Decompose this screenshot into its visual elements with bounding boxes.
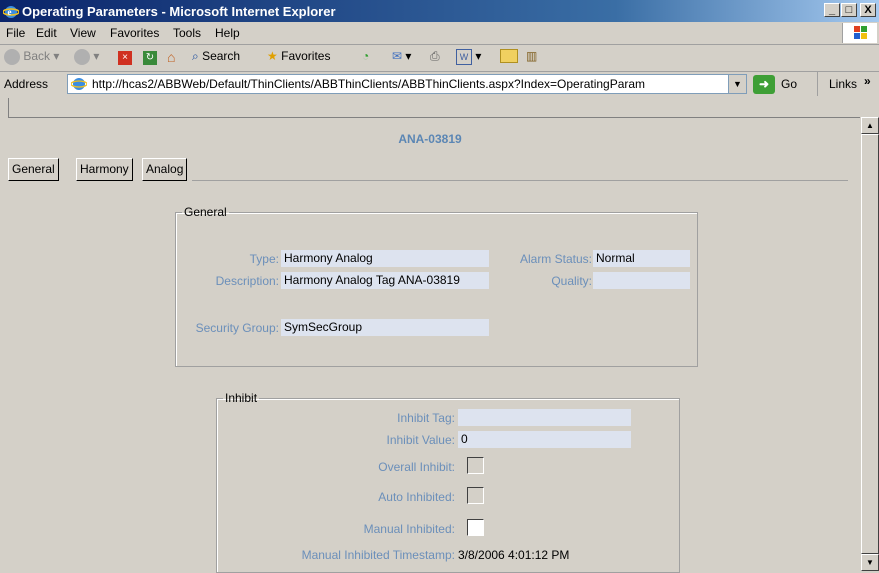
close-button[interactable]: X — [860, 3, 876, 17]
page-icon — [70, 76, 88, 92]
home-button[interactable]: ⌂ — [167, 49, 175, 65]
windows-logo-icon — [842, 23, 877, 43]
menu-bar: File Edit View Favorites Tools Help — [0, 22, 879, 45]
quality-label: Quality: — [551, 274, 592, 288]
inhibit-value-value: 0 — [458, 431, 631, 448]
menu-file[interactable]: File — [6, 26, 25, 40]
toolbar: Back ▾ ▾ × ↻ ⌂ ⌕ Search ★ Favorites ◔ ✉ … — [0, 45, 879, 72]
forward-arrow-icon — [74, 49, 90, 65]
type-value: Harmony Analog — [281, 250, 489, 267]
search-icon: ⌕ — [192, 49, 199, 63]
svg-text:e: e — [8, 7, 12, 17]
title-bar: e Operating Parameters - Microsoft Inter… — [0, 0, 879, 22]
manual-inhibited-checkbox[interactable] — [467, 519, 484, 536]
window-title: Operating Parameters - Microsoft Interne… — [22, 4, 336, 19]
stop-button[interactable]: × — [118, 49, 132, 65]
inhibit-value-label: Inhibit Value: — [386, 433, 456, 447]
refresh-icon: ↻ — [143, 51, 157, 65]
back-arrow-icon — [4, 49, 20, 65]
overall-inhibit-label: Overall Inhibit: — [378, 460, 455, 474]
manual-inhibited-label: Manual Inhibited: — [363, 522, 455, 536]
tab-underline — [192, 180, 848, 181]
refresh-button[interactable]: ↻ — [143, 49, 157, 65]
menu-help[interactable]: Help — [215, 26, 240, 40]
tab-analog[interactable]: Analog — [142, 158, 188, 181]
back-button[interactable]: Back ▾ — [4, 49, 59, 65]
history-button[interactable]: ◔ — [362, 49, 369, 63]
inhibit-legend: Inhibit — [225, 391, 258, 405]
alarm-status-value: Normal — [593, 250, 690, 267]
auto-inhibited-checkbox[interactable] — [467, 487, 484, 504]
print-icon: ⎙ — [430, 49, 440, 63]
favorites-button[interactable]: ★ Favorites — [267, 49, 330, 63]
address-input[interactable]: http://hcas2/ABBWeb/Default/ThinClients/… — [67, 74, 747, 94]
research-button[interactable]: ▥ — [526, 49, 537, 63]
overall-inhibit-checkbox[interactable] — [467, 457, 484, 474]
ie-logo-icon: e — [3, 6, 19, 18]
mail-icon: ✉ — [392, 49, 403, 63]
menu-view[interactable]: View — [70, 26, 96, 40]
stop-icon: × — [118, 51, 132, 65]
manual-timestamp-label: Manual Inhibited Timestamp: — [301, 548, 455, 562]
general-legend: General — [184, 205, 227, 219]
word-icon: W — [456, 49, 472, 65]
alarm-status-label: Alarm Status: — [519, 252, 592, 266]
word-button[interactable]: W ▾ — [456, 49, 481, 65]
mail-button[interactable]: ✉ ▾ — [392, 49, 411, 63]
history-icon: ◔ — [362, 49, 370, 63]
links-button[interactable]: Links — [829, 77, 857, 91]
toolbar-separator — [817, 72, 818, 96]
menu-tools[interactable]: Tools — [173, 26, 201, 40]
go-button[interactable]: Go — [781, 77, 797, 91]
go-arrow-icon[interactable]: ➜ — [753, 75, 775, 94]
manual-timestamp-value: 3/8/2006 4:01:12 PM — [458, 548, 570, 562]
research-icon: ▥ — [526, 49, 538, 63]
security-group-value: SymSecGroup — [281, 319, 489, 336]
address-dropdown-button[interactable]: ▼ — [728, 75, 746, 93]
inhibit-tag-label: Inhibit Tag: — [397, 411, 455, 425]
tag-name-heading: ANA-03819 — [398, 132, 462, 146]
folder-button[interactable] — [500, 49, 518, 66]
scroll-thumb[interactable] — [861, 134, 879, 554]
scroll-up-arrow-icon[interactable]: ▲ — [861, 117, 879, 134]
type-label: Type: — [249, 252, 279, 266]
inhibit-tag-value — [458, 409, 631, 426]
minimize-button[interactable]: _ — [824, 3, 840, 17]
description-value: Harmony Analog Tag ANA-03819 — [281, 272, 489, 289]
address-url: http://hcas2/ABBWeb/Default/ThinClients/… — [92, 77, 646, 91]
auto-inhibited-label: Auto Inhibited: — [378, 490, 455, 504]
folder-icon — [500, 49, 518, 63]
search-button[interactable]: ⌕ Search — [192, 49, 240, 64]
tab-general[interactable]: General — [8, 158, 59, 181]
print-button[interactable]: ⎙ — [430, 49, 440, 64]
vertical-scrollbar[interactable]: ▲ ▼ — [861, 117, 879, 571]
menu-edit[interactable]: Edit — [36, 26, 57, 40]
address-bar: Address http://hcas2/ABBWeb/Default/Thin… — [0, 72, 879, 98]
tab-harmony[interactable]: Harmony — [76, 158, 133, 181]
menu-favorites[interactable]: Favorites — [110, 26, 159, 40]
maximize-button[interactable]: □ — [841, 3, 857, 17]
forward-button[interactable]: ▾ — [74, 49, 99, 65]
description-label: Description: — [215, 274, 279, 288]
links-chevron-icon[interactable]: » — [864, 74, 871, 88]
home-icon: ⌂ — [167, 49, 176, 65]
quality-value — [593, 272, 690, 289]
scroll-down-arrow-icon[interactable]: ▼ — [861, 554, 879, 571]
star-icon: ★ — [267, 49, 278, 63]
security-group-label: Security Group: — [195, 321, 279, 335]
address-label: Address — [4, 77, 49, 91]
